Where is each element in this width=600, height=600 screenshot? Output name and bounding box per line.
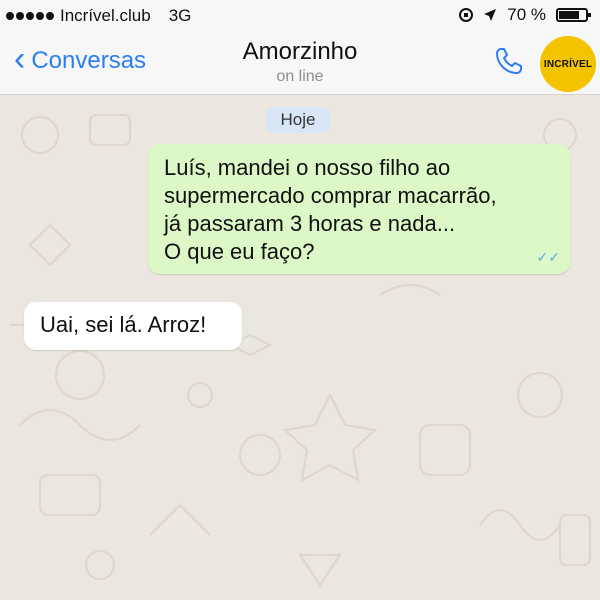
message-line: O que eu faço? [164,239,315,264]
incoming-message-text: Uai, sei lá. Arroz! [40,312,207,337]
chat-area[interactable]: Hoje Luís, mandei o nosso filho ao super… [0,95,600,600]
rotation-lock-icon [459,8,474,22]
message-line: supermercado comprar macarrão, [164,183,497,208]
network-type: 3G [168,6,192,25]
signal-strength-icon [6,12,54,20]
status-bar: Incrível.club 3G 70 % [0,0,600,30]
phone-icon[interactable] [492,44,526,78]
date-label: Hoje [280,110,316,129]
message-line: já passaram 3 horas e nada... [164,211,456,236]
carrier-name: Incrível.club [60,6,151,25]
date-separator: Hoje [266,107,330,133]
brand-logo: INCRÍVEL [540,36,596,92]
incoming-message-bubble[interactable]: Uai, sei lá. Arroz! [24,302,242,350]
chat-header: ‹ Conversas Amorzinho on line INCRÍVEL [0,30,600,95]
battery-percentage: 70 % [507,5,546,24]
message-line: Luís, mandei o nosso filho ao [164,155,451,180]
brand-logo-text: INCRÍVEL [543,58,593,70]
read-receipt-icon: ✓✓ [536,249,560,265]
location-arrow-icon [484,9,497,21]
battery-icon [556,8,591,22]
status-bar-left: Incrível.club 3G [6,6,191,26]
status-bar-right: 70 % [459,5,591,25]
outgoing-message-bubble[interactable]: Luís, mandei o nosso filho ao supermerca… [148,144,570,274]
